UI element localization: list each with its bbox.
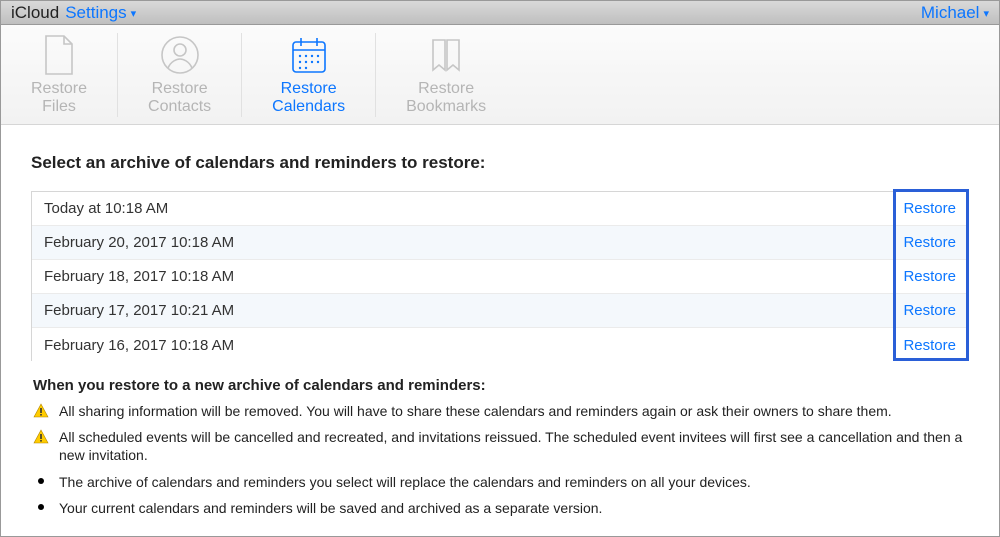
bullet-icon — [38, 478, 44, 484]
note-line: All scheduled events will be cancelled a… — [33, 428, 967, 464]
toolbar-item-label: RestoreCalendars — [272, 80, 345, 115]
toolbar-item-label: RestoreFiles — [31, 80, 87, 115]
toolbar-item-restore-files[interactable]: RestoreFiles — [1, 33, 118, 117]
archive-row: February 17, 2017 10:21 AM Restore — [32, 294, 968, 328]
settings-label: Settings — [65, 3, 126, 23]
toolbar-item-restore-calendars[interactable]: RestoreCalendars — [242, 33, 376, 117]
archive-date: February 18, 2017 10:18 AM — [44, 268, 234, 285]
toolbar-item-restore-bookmarks[interactable]: RestoreBookmarks — [376, 33, 516, 117]
archive-date: Today at 10:18 AM — [44, 200, 168, 217]
toolbar: RestoreFiles RestoreContacts RestoreCalend… — [1, 25, 999, 125]
bullet-icon — [38, 504, 44, 510]
toolbar-item-label: RestoreContacts — [148, 80, 211, 115]
notes-section: When you restore to a new archive of cal… — [31, 377, 969, 517]
restore-link[interactable]: Restore — [903, 234, 956, 251]
archive-date: February 17, 2017 10:21 AM — [44, 302, 234, 319]
restore-link[interactable]: Restore — [903, 302, 956, 319]
archive-row: February 20, 2017 10:18 AM Restore — [32, 226, 968, 260]
archive-row: February 16, 2017 10:18 AM Restore — [32, 328, 968, 361]
restore-link[interactable]: Restore — [903, 337, 956, 354]
note-text: All scheduled events will be cancelled a… — [59, 428, 967, 464]
archive-date: February 16, 2017 10:18 AM — [44, 337, 234, 354]
archive-row: Today at 10:18 AM Restore — [32, 192, 968, 226]
archive-list: Today at 10:18 AMRestoreFebruary 20, 201… — [31, 191, 969, 361]
restore-link[interactable]: Restore — [903, 268, 956, 285]
archive-container: Today at 10:18 AMRestoreFebruary 20, 201… — [31, 191, 969, 361]
file-icon — [38, 34, 80, 76]
contact-icon — [159, 34, 201, 76]
app-name: iCloud — [11, 3, 59, 23]
settings-dropdown[interactable]: Settings ▾ — [65, 3, 136, 23]
notes-title: When you restore to a new archive of cal… — [33, 377, 967, 394]
archive-date: February 20, 2017 10:18 AM — [44, 234, 234, 251]
note-line: Your current calendars and reminders wil… — [33, 499, 967, 517]
note-line: All sharing information will be removed.… — [33, 402, 967, 420]
user-dropdown[interactable]: Michael ▾ — [921, 3, 989, 23]
warning-icon — [33, 429, 49, 445]
archive-row: February 18, 2017 10:18 AM Restore — [32, 260, 968, 294]
topbar-left: iCloud Settings ▾ — [11, 3, 136, 23]
toolbar-item-label: RestoreBookmarks — [406, 80, 486, 115]
restore-link[interactable]: Restore — [903, 200, 956, 217]
toolbar-item-restore-contacts[interactable]: RestoreContacts — [118, 33, 242, 117]
warning-icon — [33, 403, 49, 419]
note-text: The archive of calendars and reminders y… — [59, 473, 751, 491]
section-title: Select an archive of calendars and remin… — [31, 153, 969, 173]
note-text: Your current calendars and reminders wil… — [59, 499, 602, 517]
note-text: All sharing information will be removed.… — [59, 402, 892, 420]
bookmark-icon — [425, 34, 467, 76]
chevron-down-icon: ▾ — [983, 7, 989, 20]
calendar-icon — [288, 34, 330, 76]
top-bar: iCloud Settings ▾ Michael ▾ — [1, 1, 999, 25]
note-line: The archive of calendars and reminders y… — [33, 473, 967, 491]
user-label: Michael — [921, 3, 980, 23]
topbar-right: Michael ▾ — [921, 3, 989, 23]
chevron-down-icon: ▾ — [131, 7, 137, 20]
content: Select an archive of calendars and remin… — [1, 125, 999, 517]
